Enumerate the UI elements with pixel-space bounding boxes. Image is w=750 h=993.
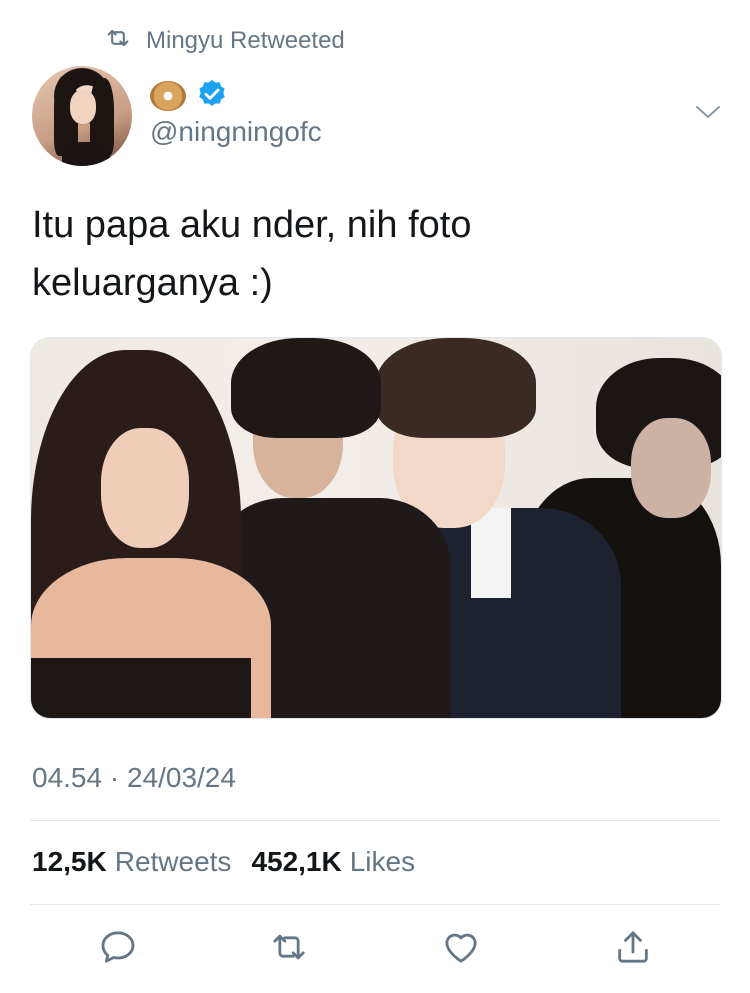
retweet-button[interactable]	[267, 925, 311, 969]
tweet-timestamp[interactable]: 04.54 · 24/03/24	[32, 762, 236, 794]
likes-label[interactable]: Likes	[350, 846, 415, 878]
divider	[30, 904, 720, 905]
retweet-context-label: Mingyu Retweeted	[146, 27, 345, 54]
tweet-text-line2: keluarganya :)	[32, 262, 273, 304]
bagel-emoji-icon	[150, 81, 186, 111]
likes-count[interactable]: 452,1K	[251, 846, 341, 878]
tweet-text: Itu papa aku nder, nih foto keluarganya …	[32, 196, 652, 312]
tweet-stats: 12,5K Retweets 452,1K Likes	[32, 846, 427, 878]
tweet-text-line1: Itu papa aku nder, nih foto	[32, 204, 472, 246]
author-name[interactable]	[150, 78, 228, 114]
share-icon	[618, 931, 648, 963]
share-button[interactable]	[611, 925, 655, 969]
retweets-count[interactable]: 12,5K	[32, 846, 107, 878]
avatar[interactable]	[32, 66, 132, 166]
retweets-label[interactable]: Retweets	[115, 846, 232, 878]
tweet-media-image[interactable]	[30, 337, 722, 719]
retweet-context[interactable]: Mingyu Retweeted	[104, 26, 345, 56]
reply-icon	[101, 931, 135, 963]
verified-badge-icon	[196, 78, 228, 115]
like-icon	[445, 933, 477, 963]
reply-button[interactable]	[96, 925, 140, 969]
divider	[30, 820, 720, 821]
retweet-icon	[104, 24, 132, 59]
like-button[interactable]	[439, 925, 483, 969]
chevron-down-icon[interactable]	[694, 102, 722, 122]
author-handle[interactable]: @ningningofc	[150, 116, 322, 148]
retweet-icon	[273, 934, 305, 960]
action-bar	[0, 925, 750, 975]
